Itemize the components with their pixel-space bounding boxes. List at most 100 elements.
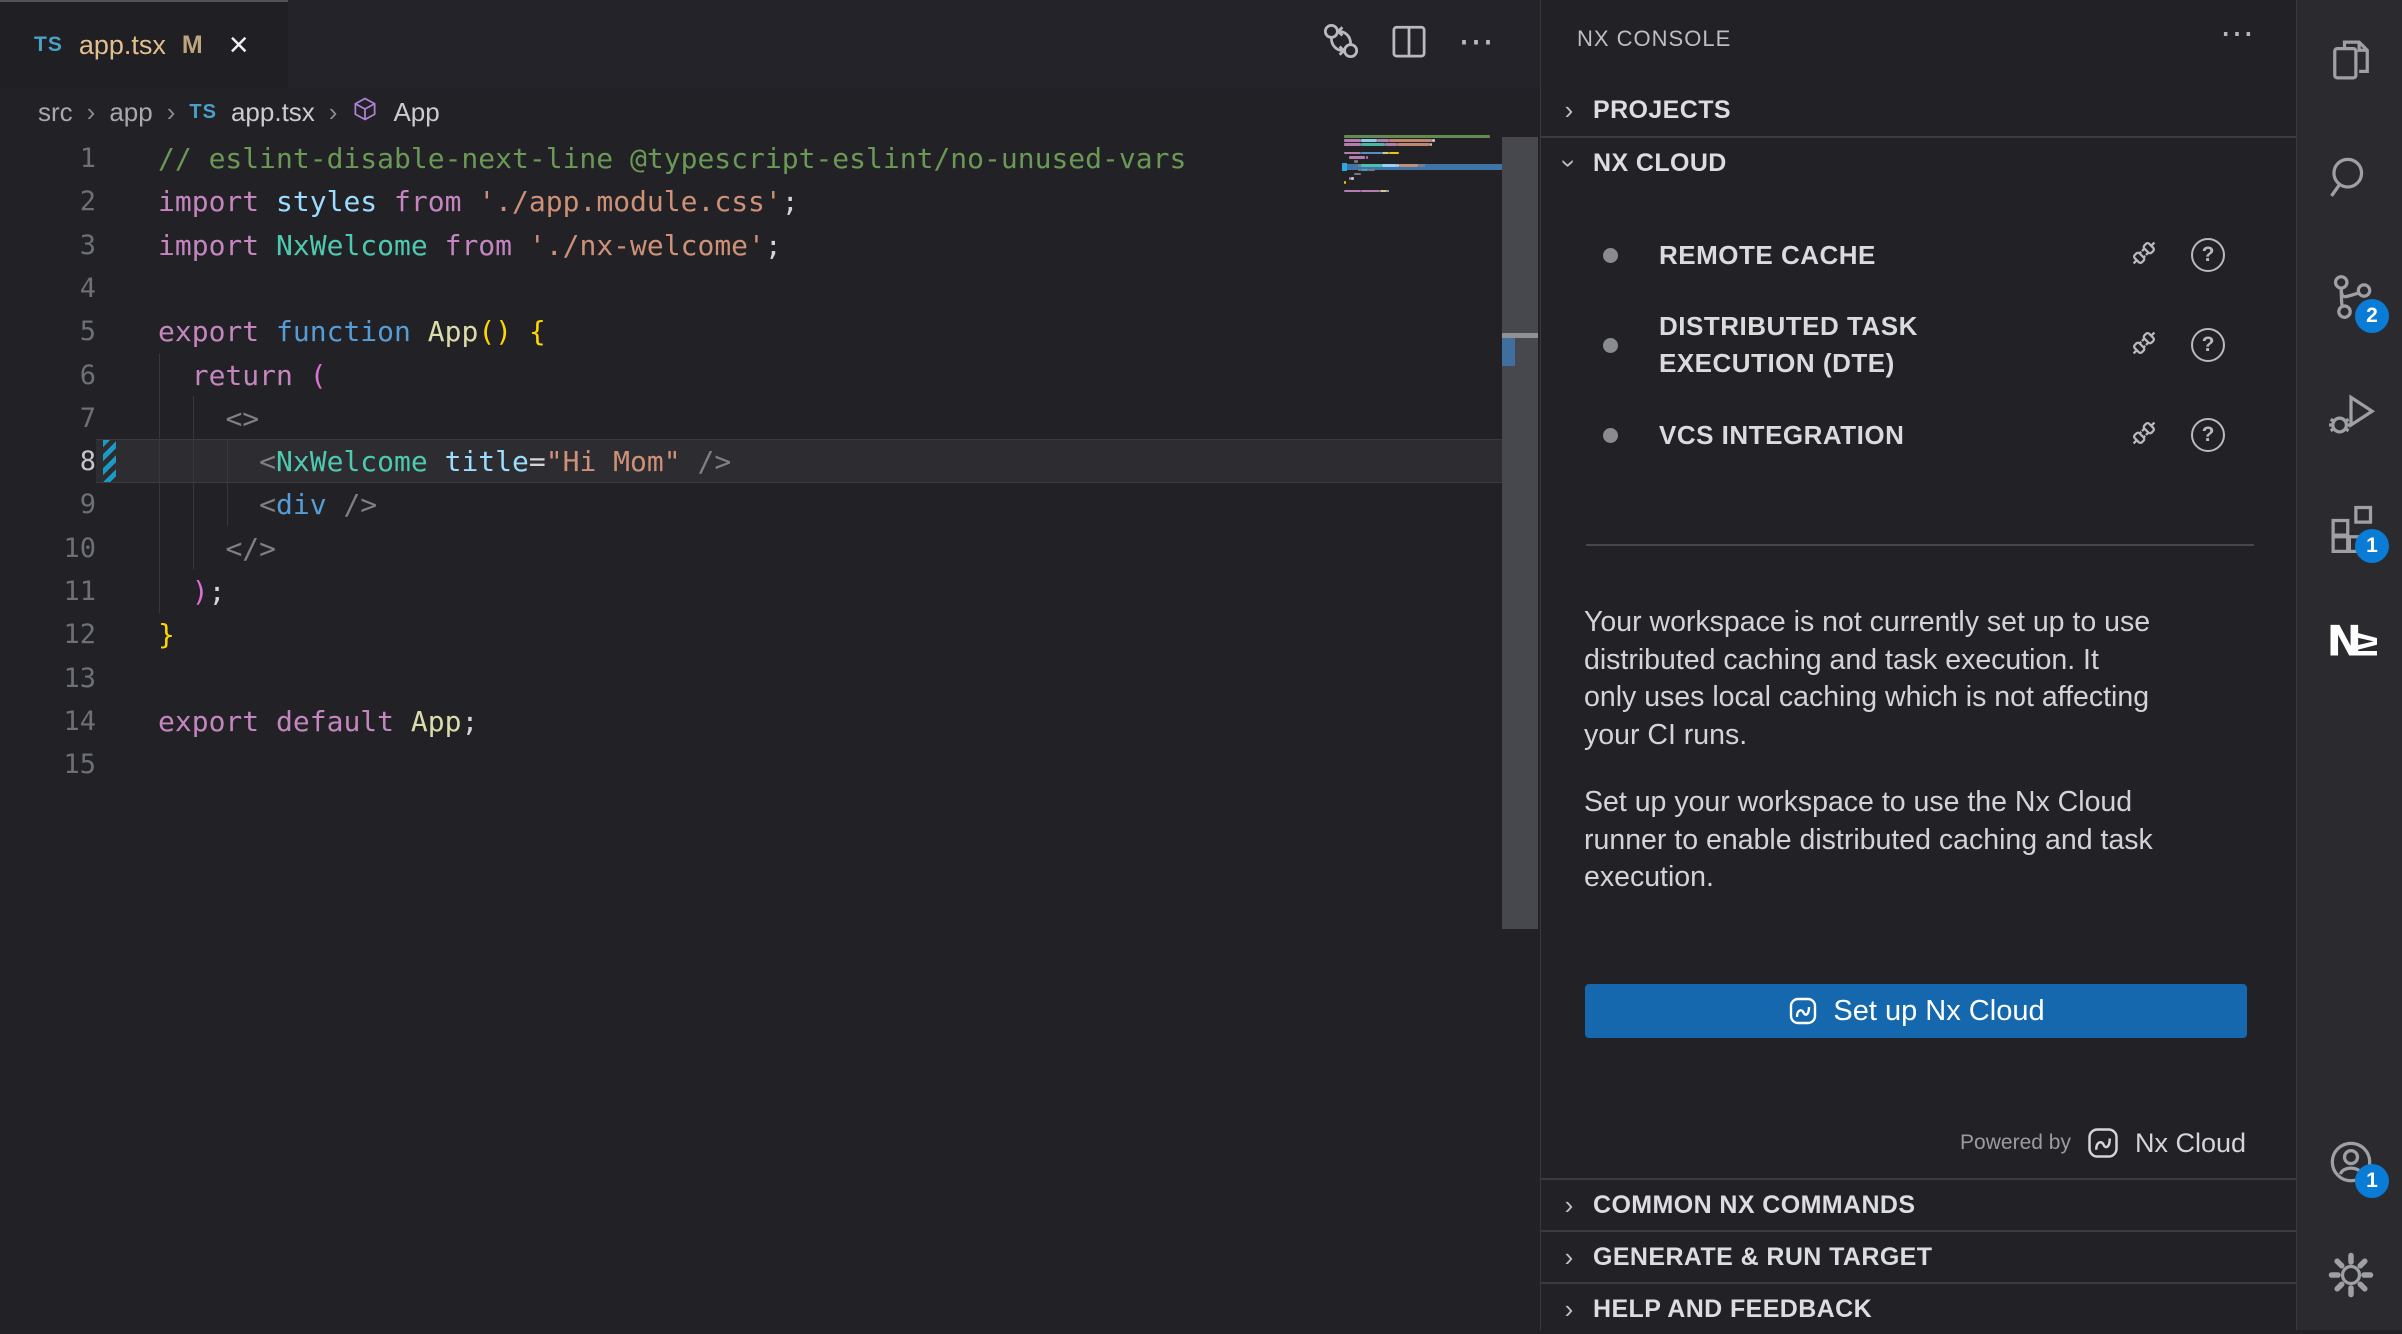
status-bullet <box>1603 428 1618 443</box>
minimap-line <box>1344 181 1346 184</box>
search-icon[interactable] <box>2325 152 2377 204</box>
powered-by: Powered by Nx Cloud <box>1960 1120 2246 1166</box>
connect-icon[interactable] <box>2127 236 2161 275</box>
code-line[interactable]: 1// eslint-disable-next-line @typescript… <box>0 136 1500 180</box>
minimap-line <box>1361 139 1378 142</box>
minimap-line <box>1399 164 1418 167</box>
minimap-line <box>1380 190 1387 193</box>
chevron-right-icon: › <box>329 97 338 128</box>
cloud-item-vcs: VCS INTEGRATION ? <box>1541 404 2297 466</box>
chevron-right-icon: › <box>167 97 176 128</box>
minimap-line <box>1377 139 1389 142</box>
code-line[interactable]: 9 <div /> <box>0 482 1500 526</box>
minimap-line <box>1349 156 1366 159</box>
minimap-line <box>1361 169 1368 172</box>
code-line[interactable]: 13 <box>0 656 1500 700</box>
minimap-line <box>1344 190 1361 193</box>
run-and-debug-icon[interactable] <box>2325 386 2377 438</box>
extensions-badge: 1 <box>2355 529 2389 563</box>
setup-hint-text: Set up your workspace to use the Nx Clou… <box>1584 784 2260 897</box>
section-projects[interactable]: › PROJECTS <box>1541 84 2297 136</box>
source-control-icon[interactable]: 2 <box>2325 271 2377 323</box>
setup-nx-cloud-button[interactable]: Set up Nx Cloud <box>1585 984 2247 1038</box>
section-help-and-feedback[interactable]: › HELP AND FEEDBACK <box>1541 1282 2297 1334</box>
chevron-right-icon: › <box>1555 1190 1583 1221</box>
breadcrumb-file[interactable]: app.tsx <box>231 97 315 128</box>
activity-bar: 2 1 N ≥ 1 <box>2296 0 2402 1330</box>
status-bullet <box>1603 338 1618 353</box>
symbol-cube-icon <box>351 95 379 130</box>
code-line[interactable]: 12} <box>0 612 1500 656</box>
section-common-nx-commands[interactable]: › COMMON NX COMMANDS <box>1541 1178 2297 1230</box>
editor-actions: ⋯ <box>1318 18 1500 64</box>
cloud-item-dte: DISTRIBUTED TASK EXECUTION (DTE) ? <box>1541 296 2297 394</box>
chevron-right-icon: › <box>1555 95 1583 126</box>
code-line[interactable]: 10 </> <box>0 526 1500 570</box>
connect-icon[interactable] <box>2127 326 2161 365</box>
minimap-modified-tick <box>1342 163 1347 171</box>
minimap-line <box>1430 143 1432 146</box>
minimap-line <box>1354 160 1359 163</box>
help-icon[interactable]: ? <box>2191 328 2225 362</box>
minimap-line <box>1354 173 1361 176</box>
svg-text:≥: ≥ <box>2353 620 2377 665</box>
panel-title: NX CONSOLE <box>1577 26 1731 52</box>
overview-ruler-modified-mark <box>1502 338 1515 366</box>
chevron-down-icon: › <box>1554 149 1585 177</box>
help-icon[interactable]: ? <box>2191 418 2225 452</box>
nx-cloud-icon <box>2085 1125 2121 1161</box>
minimap-line <box>1368 169 1375 172</box>
breadcrumb-src[interactable]: src <box>38 97 73 128</box>
code-line[interactable]: 5export function App() { <box>0 309 1500 353</box>
code-line[interactable]: 14export default App; <box>0 699 1500 743</box>
minimap-line <box>1361 190 1380 193</box>
chevron-right-icon: › <box>1555 1242 1583 1273</box>
section-generate-run-target[interactable]: › GENERATE & RUN TARGET <box>1541 1230 2297 1282</box>
workspace-status-text: Your workspace is not currently set up t… <box>1584 604 2260 754</box>
minimap-line <box>1361 164 1383 167</box>
minimap-line <box>1432 139 1434 142</box>
code-line[interactable]: 7 <> <box>0 396 1500 440</box>
account-icon[interactable]: 1 <box>2325 1136 2377 1188</box>
help-icon[interactable]: ? <box>2191 238 2225 272</box>
nx-cloud-icon <box>1787 995 1819 1027</box>
section-nx-cloud[interactable]: › NX CLOUD <box>1541 136 2297 188</box>
extensions-icon[interactable]: 1 <box>2325 501 2377 553</box>
settings-gear-icon[interactable] <box>2325 1249 2377 1301</box>
split-editor-icon[interactable] <box>1386 18 1432 64</box>
breadcrumb-app[interactable]: app <box>109 97 152 128</box>
minimap-line <box>1344 139 1361 142</box>
code-line[interactable]: 3import NxWelcome from './nx-welcome'; <box>0 223 1500 267</box>
code-line[interactable]: 11 ); <box>0 569 1500 613</box>
chevron-right-icon: › <box>87 97 96 128</box>
divider <box>1586 544 2254 546</box>
code-line[interactable]: 2import styles from './app.module.css'; <box>0 179 1500 223</box>
panel-more-actions-icon[interactable]: ⋯ <box>2220 14 2254 54</box>
code-line[interactable]: 15 <box>0 742 1500 786</box>
breadcrumb[interactable]: src › app › TS app.tsx › App <box>38 88 440 136</box>
code-line[interactable]: 4 <box>0 266 1500 310</box>
nx-console-panel: NX CONSOLE ⋯ › PROJECTS › NX CLOUD REMOT… <box>1540 0 2296 1330</box>
minimap-line <box>1351 177 1353 180</box>
minimap-line <box>1361 152 1383 155</box>
scrollbar-thumb[interactable] <box>1502 137 1538 929</box>
close-icon[interactable]: × <box>229 28 249 62</box>
minimap-line <box>1385 143 1397 146</box>
minimap[interactable] <box>1344 135 1504 205</box>
code-line[interactable]: 6 return ( <box>0 353 1500 397</box>
modified-badge: M <box>182 31 203 60</box>
source-control-badge: 2 <box>2355 299 2389 333</box>
tab-bar: TS app.tsx M × <box>0 0 1540 88</box>
nx-console-icon[interactable]: N ≥ <box>2325 613 2377 665</box>
code-line[interactable]: 8 <NxWelcome title="Hi Mom" /> <box>0 439 1500 483</box>
minimap-line <box>1387 190 1389 193</box>
typescript-file-icon: TS <box>189 101 217 124</box>
tab-app-tsx[interactable]: TS app.tsx M × <box>0 0 288 88</box>
minimap-line <box>1418 164 1425 167</box>
breadcrumb-symbol[interactable]: App <box>393 97 439 128</box>
minimap-line <box>1344 143 1361 146</box>
open-changes-icon[interactable] <box>1318 18 1364 64</box>
connect-icon[interactable] <box>2127 416 2161 455</box>
more-actions-icon[interactable]: ⋯ <box>1454 18 1500 64</box>
explorer-icon[interactable] <box>2325 34 2377 86</box>
